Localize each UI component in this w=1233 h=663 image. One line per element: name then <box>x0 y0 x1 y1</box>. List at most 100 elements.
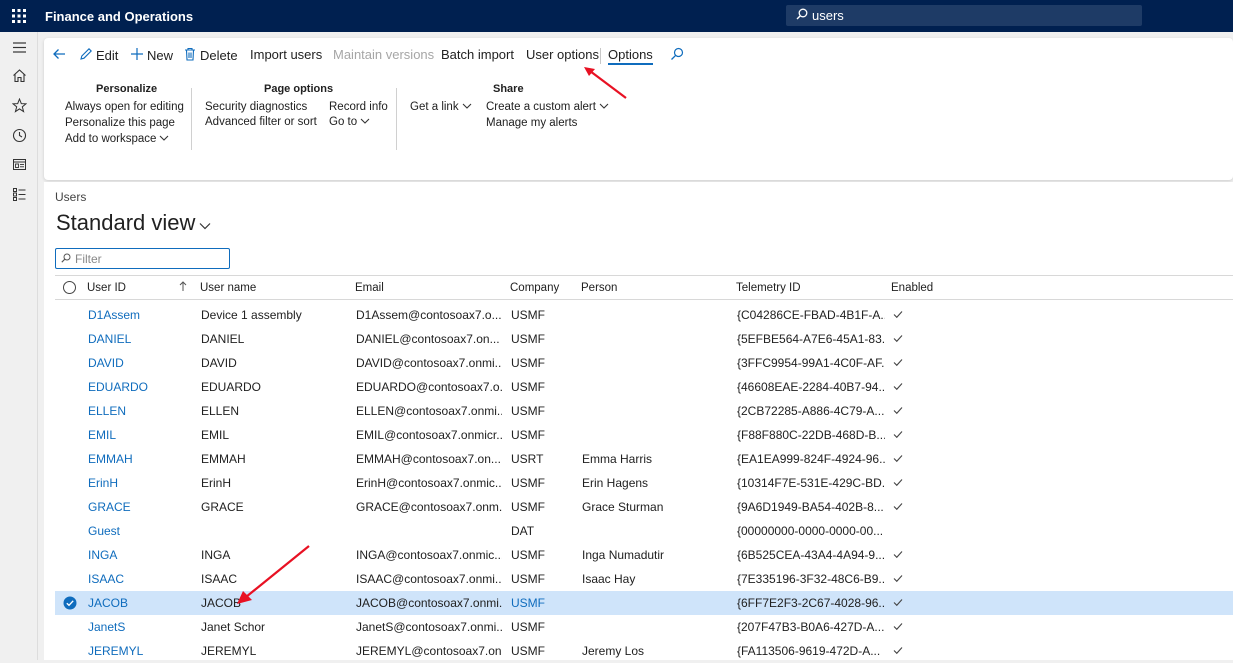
table-row[interactable]: Guest DAT {00000000-0000-0000-00... <box>55 519 1233 543</box>
cell-user-id[interactable]: JACOB <box>88 596 193 610</box>
cell-company: USMF <box>511 476 545 490</box>
column-header-user-name[interactable]: User name <box>200 282 256 294</box>
cell-user-id[interactable]: EMIL <box>88 428 193 442</box>
advanced-filter-button[interactable]: Advanced filter or sort <box>205 116 317 128</box>
cell-email: EMIL@contosoax7.onmicr... <box>356 428 502 442</box>
column-header-email[interactable]: Email <box>355 282 384 294</box>
table-row[interactable]: ISAAC ISAAC ISAAC@contosoax7.onmi... USMF Is… <box>55 567 1233 591</box>
table-row[interactable]: JEREMYL JEREMYL JEREMYL@contosoax7.on... US… <box>55 639 1233 663</box>
column-header-company[interactable]: Company <box>510 282 559 294</box>
cell-user-id[interactable]: ISAAC <box>88 572 193 586</box>
back-button[interactable] <box>52 47 66 64</box>
get-a-link-label: Get a link <box>410 101 459 113</box>
cell-user-id[interactable]: Guest <box>88 524 193 538</box>
cell-telemetry: {2CB72285-A886-4C79-A... <box>737 404 885 418</box>
cell-user-id[interactable]: EMMAH <box>88 452 193 466</box>
table-row[interactable]: ELLEN ELLEN ELLEN@contosoax7.onmi... USMF {2… <box>55 399 1233 423</box>
batch-import-button[interactable]: Batch import <box>441 47 514 62</box>
home-icon[interactable] <box>11 67 28 84</box>
record-info-button[interactable]: Record info <box>329 101 388 113</box>
go-to-dropdown[interactable]: Go to <box>329 116 370 128</box>
table-row[interactable]: ErinH ErinH ErinH@contosoax7.onmic... USMF E… <box>55 471 1233 495</box>
search-value: users <box>812 8 844 23</box>
cell-user-id[interactable]: EDUARDO <box>88 380 193 394</box>
cell-telemetry: {3FFC9954-99A1-4C0F-AF... <box>737 356 885 370</box>
favorites-star-icon[interactable] <box>11 97 28 114</box>
cell-company: USMF <box>511 620 545 634</box>
add-to-workspace-dropdown[interactable]: Add to workspace <box>65 133 169 145</box>
table-row[interactable]: JACOB JACOB JACOB@contosoax7.onmi... USMF {6… <box>55 591 1233 615</box>
cell-user-id[interactable]: JanetS <box>88 620 193 634</box>
cell-user-id[interactable]: JEREMYL <box>88 644 193 658</box>
global-search-input[interactable]: users <box>786 5 1142 26</box>
enabled-check-icon <box>893 311 903 319</box>
modules-list-icon[interactable] <box>11 186 28 203</box>
maintain-versions-button[interactable]: Maintain versions <box>333 47 434 62</box>
recent-clock-icon[interactable] <box>11 127 28 144</box>
security-diagnostics-button[interactable]: Security diagnostics <box>205 101 307 113</box>
cell-user-id[interactable]: ELLEN <box>88 404 193 418</box>
edit-button[interactable]: Edit <box>79 47 118 64</box>
pencil-icon <box>79 47 93 64</box>
get-a-link-dropdown[interactable]: Get a link <box>410 101 472 113</box>
delete-button[interactable]: Delete <box>183 47 238 64</box>
cell-telemetry: {F88F880C-22DB-468D-B... <box>737 428 885 442</box>
cell-user-id[interactable]: INGA <box>88 548 193 562</box>
workspaces-icon[interactable] <box>11 156 28 173</box>
tab-options[interactable]: Options <box>608 47 653 65</box>
column-header-telemetry-id[interactable]: Telemetry ID <box>736 282 801 294</box>
cell-telemetry: {5EFBE564-A7E6-45A1-83... <box>737 332 885 346</box>
cell-telemetry: {00000000-0000-0000-00... <box>737 524 884 538</box>
cell-user-id[interactable]: GRACE <box>88 500 193 514</box>
back-arrow-icon <box>52 47 66 64</box>
hamburger-menu-icon[interactable] <box>11 39 28 56</box>
chevron-down-icon <box>599 101 609 113</box>
personalize-this-page-button[interactable]: Personalize this page <box>65 117 175 129</box>
enabled-check-icon <box>893 407 903 415</box>
row-selected-check-icon[interactable] <box>63 596 77 610</box>
cell-user-id[interactable]: DAVID <box>88 356 193 370</box>
cell-telemetry: {207F47B3-B0A6-427D-A... <box>737 620 885 634</box>
new-button[interactable]: New <box>130 47 173 64</box>
cell-telemetry: {10314F7E-531E-429C-BD... <box>737 476 885 490</box>
create-custom-alert-dropdown[interactable]: Create a custom alert <box>486 101 609 113</box>
table-row[interactable]: D1Assem Device 1 assembly D1Assem@contosoa… <box>55 303 1233 327</box>
cell-company: USMF <box>511 548 545 562</box>
filter-input[interactable] <box>75 251 225 266</box>
cell-user-id[interactable]: D1Assem <box>88 308 193 322</box>
view-selector[interactable]: Standard view <box>56 210 211 236</box>
app-launcher-icon[interactable] <box>0 0 38 32</box>
import-users-button[interactable]: Import users <box>250 47 322 62</box>
table-row[interactable]: EMIL EMIL EMIL@contosoax7.onmicr... USMF {F8… <box>55 423 1233 447</box>
table-row[interactable]: JanetS Janet Schor JanetS@contosoax7.onmi.… <box>55 615 1233 639</box>
cell-email: EMMAH@contosoax7.on... <box>356 452 501 466</box>
table-row[interactable]: DANIEL DANIEL DANIEL@contosoax7.on... USMF {… <box>55 327 1233 351</box>
cell-user-name: JEREMYL <box>201 644 257 658</box>
cell-email: JACOB@contosoax7.onmi... <box>356 596 502 610</box>
cell-user-id[interactable]: ErinH <box>88 476 193 490</box>
select-all-checkbox[interactable] <box>63 281 76 294</box>
always-open-for-editing-button[interactable]: Always open for editing <box>65 101 184 113</box>
manage-my-alerts-button[interactable]: Manage my alerts <box>486 117 577 129</box>
user-options-button[interactable]: User options <box>526 47 599 62</box>
table-row[interactable]: EDUARDO EDUARDO EDUARDO@contosoax7.o... USM… <box>55 375 1233 399</box>
table-row[interactable]: DAVID DAVID DAVID@contosoax7.onmi... USMF {3… <box>55 351 1233 375</box>
sort-ascending-icon[interactable] <box>179 281 187 294</box>
grid-header: User ID User name Email Company Person T… <box>55 276 1233 300</box>
table-row[interactable]: EMMAH EMMAH EMMAH@contosoax7.on... USRT Emma… <box>55 447 1233 471</box>
chevron-down-icon <box>462 101 472 113</box>
column-header-user-id[interactable]: User ID <box>87 282 126 294</box>
create-custom-alert-label: Create a custom alert <box>486 101 596 113</box>
plus-icon <box>130 47 144 64</box>
cell-user-name: Device 1 assembly <box>201 308 302 322</box>
table-row[interactable]: GRACE GRACE GRACE@contosoax7.onm... USMF Gra… <box>55 495 1233 519</box>
filter-box[interactable] <box>55 248 230 269</box>
cell-email: INGA@contosoax7.onmic... <box>356 548 502 562</box>
cell-user-name: DAVID <box>201 356 237 370</box>
column-header-person[interactable]: Person <box>581 282 617 294</box>
column-header-enabled[interactable]: Enabled <box>891 282 933 294</box>
cell-user-id[interactable]: DANIEL <box>88 332 193 346</box>
table-row[interactable]: INGA INGA INGA@contosoax7.onmic... USMF Inga… <box>55 543 1233 567</box>
action-search-button[interactable] <box>670 47 684 64</box>
chevron-down-icon <box>360 116 370 128</box>
